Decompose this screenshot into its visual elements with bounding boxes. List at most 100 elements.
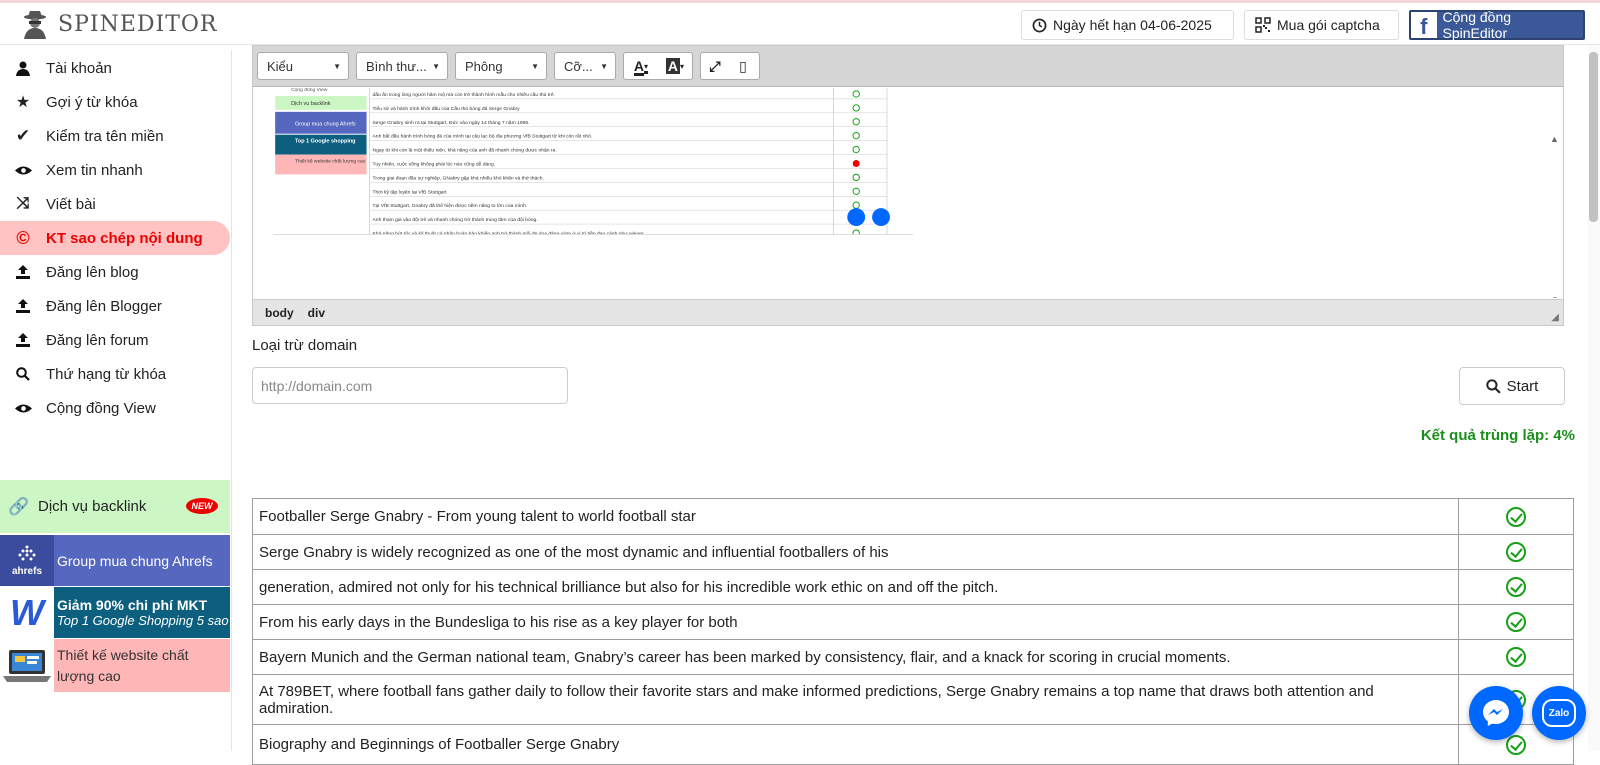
upload-icon	[16, 299, 30, 313]
result-row: Bayern Munich and the German national te…	[252, 639, 1574, 675]
caret-down-icon: ▼	[333, 61, 341, 71]
text-color-icon[interactable]: A ▾	[624, 58, 658, 74]
mini-error-icon	[852, 160, 860, 167]
expiry-date-label: Ngày hết hạn 04-06-2025	[1053, 17, 1212, 33]
style-dropdown-label: Kiểu	[267, 58, 294, 74]
zalo-chat-button[interactable]: Zalo	[1532, 686, 1586, 740]
size-dropdown-label: Cỡ...	[564, 58, 593, 74]
view-button-group: ⤢ ▯	[700, 52, 760, 80]
mini-mkt-label: Top 1 Google shopping	[295, 139, 355, 145]
sidebar-item-plagiarism-check[interactable]: © KT sao chép nội dung	[0, 221, 230, 255]
sidebar-item-account[interactable]: Tài khoản	[0, 51, 230, 85]
background-color-icon[interactable]: A ▾	[658, 58, 692, 74]
copyright-icon: ©	[16, 227, 30, 248]
sidebar-item-keyword-rank[interactable]: Thứ hạng từ khóa	[0, 357, 230, 391]
messenger-icon	[1483, 700, 1509, 726]
mini-check-icon	[852, 90, 860, 98]
check-circle-icon	[1506, 577, 1526, 597]
mini-zalo-icon	[872, 208, 890, 227]
promo-web-label: Thiết kế website chất lượng cao	[57, 646, 189, 684]
result-row: At 789BET, where football fans gather da…	[252, 674, 1574, 725]
sidebar-item-quick-news[interactable]: Xem tin nhanh	[0, 153, 230, 187]
community-label: Cộng đồng SpinEditor	[1442, 9, 1512, 41]
format-dropdown-label: Bình thư...	[366, 58, 427, 74]
result-sentence: Bayern Munich and the German national te…	[252, 639, 1459, 675]
font-dropdown[interactable]: Phông ▼	[455, 52, 547, 80]
mini-row-text: Tại VfB Stuttgart, Gnabry đã thể hiện đư…	[373, 202, 528, 209]
page-scroll-thumb[interactable]	[1589, 52, 1598, 222]
start-button[interactable]: Start	[1459, 367, 1565, 405]
sidebar-item-write-article[interactable]: ⤨ Viết bài	[0, 187, 230, 221]
expiry-date-button[interactable]: Ngày hết hạn 04-06-2025	[1021, 10, 1234, 40]
check-circle-icon	[1506, 542, 1526, 562]
sidebar-item-label: Cộng đồng View	[46, 399, 156, 417]
promo-marketing-banner[interactable]: W Giảm 90% chi phí MKT Top 1 Google Shop…	[0, 587, 230, 638]
community-facebook-button[interactable]: f Cộng đồng SpinEditor	[1409, 9, 1585, 41]
embedded-result-screenshot: Cộng đồng View Dịch vụ backlink Group mua …	[273, 88, 913, 235]
rich-text-editor[interactable]: Kiểu ▼ Bình thư... ▼ Phông ▼ Cỡ... ▼ A ▾ A ▾ ⤢…	[252, 45, 1564, 326]
check-circle-icon	[1506, 506, 1526, 527]
exclude-domain-input[interactable]	[252, 367, 568, 404]
sidebar-item-keyword-suggest[interactable]: ★ Gợi ý từ khóa	[0, 85, 230, 119]
path-body[interactable]: body	[265, 306, 294, 320]
editor-scrollbar[interactable]: ▲ ▼	[1547, 130, 1563, 298]
path-div[interactable]: div	[308, 306, 325, 320]
clock-icon	[1032, 18, 1047, 32]
format-dropdown[interactable]: Bình thư... ▼	[356, 52, 448, 80]
zalo-icon: Zalo	[1542, 699, 1576, 727]
eye-icon	[14, 403, 32, 413]
sidebar-item-community-view[interactable]: Cộng đồng View	[0, 391, 230, 425]
search-icon	[1485, 378, 1501, 394]
mini-check-icon	[852, 201, 860, 209]
promo-web-design-banner[interactable]: Thiết kế website chất lượng cao	[0, 639, 230, 692]
mini-check-icon	[852, 131, 860, 140]
resize-grip-icon[interactable]: ◢	[1551, 312, 1559, 323]
results-table: Footballer Serge Gnabry - From young tal…	[252, 498, 1574, 765]
result-row: From his early days in the Bundesliga to…	[252, 604, 1574, 640]
start-button-label: Start	[1506, 377, 1539, 395]
sidebar-item-label: Thứ hạng từ khóa	[46, 365, 167, 383]
element-path-bar: body div ◢	[253, 299, 1563, 325]
facebook-icon: f	[1411, 12, 1437, 38]
mini-check-icon	[852, 145, 860, 154]
sidebar-item-post-blogger[interactable]: Đăng lên Blogger	[0, 289, 230, 323]
sidebar-item-post-forum[interactable]: Đăng lên forum	[0, 323, 230, 357]
editor-content-area[interactable]: Cộng đồng View Dịch vụ backlink Group mua …	[253, 88, 1563, 298]
check-circle-icon	[1506, 647, 1526, 667]
exclude-domain-label: Loại trừ domain	[252, 337, 358, 354]
mini-row-text: Tuy nhiên, cuộc sống không phải lúc nào …	[373, 160, 496, 167]
mini-web-label: Thiết kế website chất lượng cao	[295, 158, 366, 164]
new-badge: NEW	[186, 498, 218, 514]
show-blocks-icon[interactable]: ▯	[729, 58, 757, 75]
sidebar-item-domain-check[interactable]: ✔ Kiểm tra tên miền	[0, 119, 230, 153]
result-status-cell	[1458, 639, 1574, 675]
sidebar-item-label: Kiểm tra tên miền	[46, 127, 164, 145]
result-sentence: Biography and Beginnings of Footballer S…	[252, 724, 1459, 765]
promo-mkt-subtitle: Top 1 Google Shopping 5 sao	[57, 613, 229, 628]
result-row: generation, admired not only for his tec…	[252, 569, 1574, 605]
sidebar-item-post-blog[interactable]: Đăng lên blog	[0, 255, 230, 289]
font-dropdown-label: Phông	[465, 58, 503, 74]
result-sentence: From his early days in the Bundesliga to…	[252, 604, 1459, 640]
promo-ahrefs-banner[interactable]: ahrefs Group mua chung Ahrefs	[0, 535, 230, 586]
mini-check-icon	[852, 229, 860, 234]
mini-backlink-label: Dịch vụ backlink	[291, 101, 331, 107]
scroll-up-arrow-icon[interactable]: ▲	[1550, 134, 1559, 144]
mini-row-text: Anh tham gia vào đội trẻ và nhanh chóng …	[373, 216, 538, 223]
result-row: Biography and Beginnings of Footballer S…	[252, 724, 1574, 765]
backlink-service-link[interactable]: 🔗 Dịch vụ backlink NEW	[0, 480, 230, 533]
scroll-thumb[interactable]	[1551, 297, 1559, 298]
dots-graphic-icon	[18, 545, 36, 560]
buy-captcha-button[interactable]: Mua gói captcha	[1244, 10, 1399, 40]
mini-row-text: dấu ấn trong lòng người hâm mộ mà còn tr…	[373, 91, 555, 98]
messenger-chat-button[interactable]	[1469, 686, 1523, 740]
size-dropdown[interactable]: Cỡ... ▼	[554, 52, 616, 80]
result-row: Serge Gnabry is widely recognized as one…	[252, 534, 1574, 570]
color-button-group: A ▾ A ▾	[623, 52, 693, 80]
maximize-icon[interactable]: ⤢	[701, 58, 729, 75]
logo[interactable]: SPINEDITOR	[20, 7, 217, 41]
style-dropdown[interactable]: Kiểu ▼	[257, 52, 349, 80]
sidebar: Tài khoản ★ Gợi ý từ khóa ✔ Kiểm tra tên…	[0, 50, 232, 751]
sidebar-item-label: Xem tin nhanh	[46, 161, 143, 179]
spy-logo-icon	[24, 11, 46, 39]
